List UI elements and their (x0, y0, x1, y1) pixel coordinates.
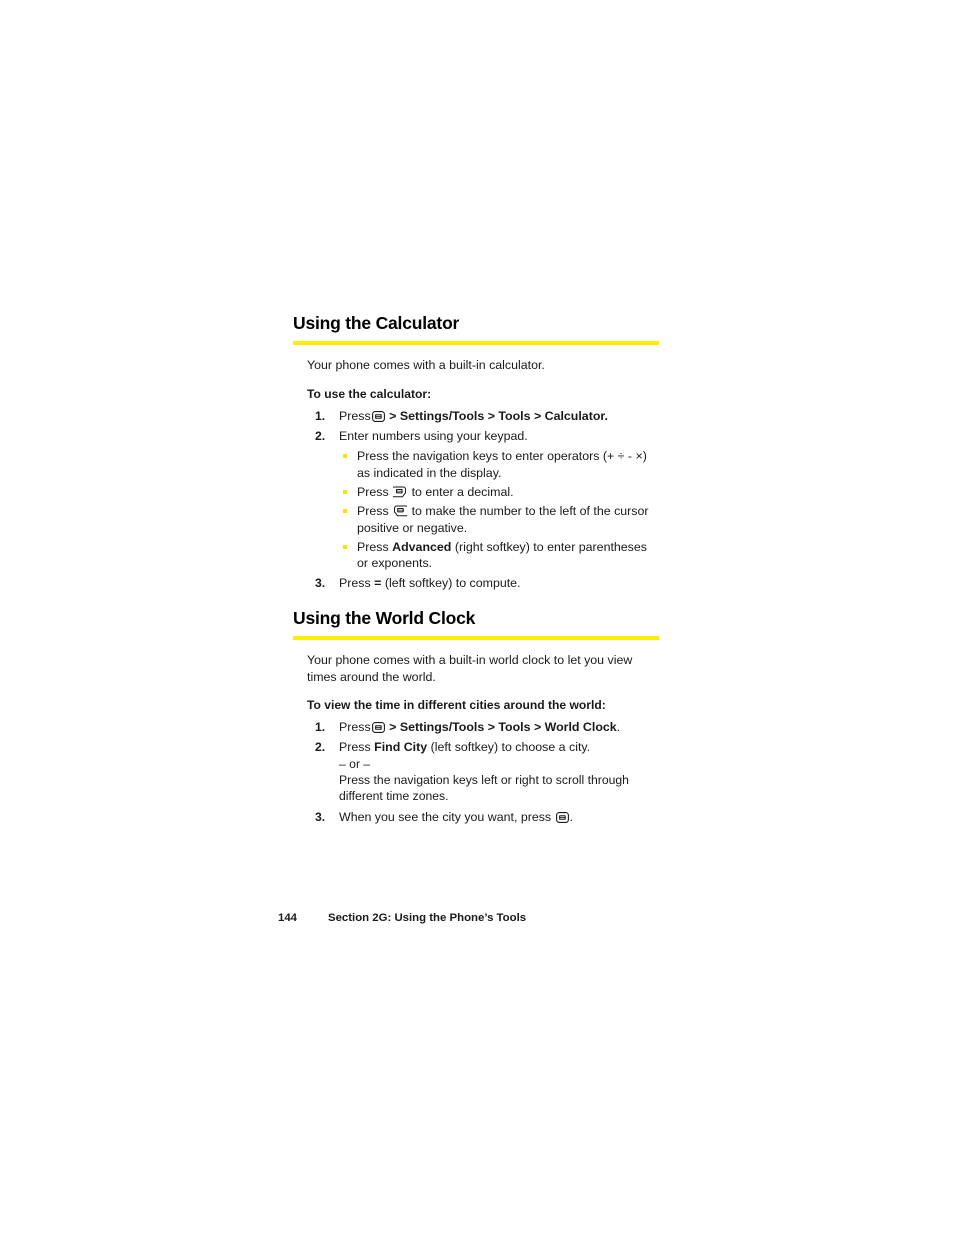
bullet-text-pre: Press (357, 484, 389, 499)
bullet-text-pre: Press (357, 539, 389, 554)
section-calculator: Using the Calculator Your phone comes wi… (293, 313, 659, 596)
sub-bullet-list: Press the navigation keys to enter opera… (339, 448, 659, 571)
step-alternative: Press the navigation keys left or right … (339, 773, 629, 804)
footer-section-label: Section 2G: Using the Phone’s Tools (328, 912, 527, 924)
steps-list-world-clock: 1. Press > Settings/Tools > Tools > World… (307, 719, 659, 825)
step-emphasis: Find City (374, 740, 428, 755)
bullet-text-post: to enter a decimal. (411, 484, 514, 499)
list-item: Press to make the number to the left of … (339, 503, 659, 536)
step-press-label: Press (339, 408, 371, 423)
heading-rule (293, 341, 659, 346)
step-trailing: . (616, 719, 621, 734)
step-emphasis: = (374, 576, 382, 591)
footer-page-number: 144 (278, 912, 298, 924)
step-text-post: (left softkey) to compute. (384, 576, 521, 591)
step-number: 2. (315, 740, 326, 755)
intro-paragraph: Your phone comes with a built-in calcula… (307, 358, 545, 373)
step-text-post: . (569, 809, 574, 824)
calculator-body: Your phone comes with a built-in calcula… (307, 357, 659, 592)
page-title-world-clock: Using the World Clock (293, 608, 476, 628)
list-item: Press to enter a decimal. (339, 484, 659, 500)
step-item: 2. Press Find City (left softkey) to choo… (307, 739, 659, 805)
bullet-text-pre: Press (357, 504, 389, 519)
steps-list-calculator: 1. Press > Settings/Tools > Tools > Calcu… (307, 408, 659, 592)
step-item: 3. Press = (left softkey) to compute. (307, 575, 659, 591)
intro-paragraph: Your phone comes with a built-in world c… (307, 653, 633, 684)
decimal-key-icon (393, 486, 407, 498)
document-page: Using the Calculator Your phone comes wi… (0, 0, 954, 1235)
step-item: 1. Press > Settings/Tools > Tools > Calcu… (307, 408, 659, 424)
list-item: Press the navigation keys to enter opera… (339, 448, 659, 481)
step-number: 1. (315, 719, 326, 734)
step-path: > Settings/Tools > Tools > Calculator. (389, 408, 608, 423)
ok-key-icon (371, 410, 385, 422)
ok-key-icon (371, 721, 385, 733)
step-path: > Settings/Tools > Tools > World Clock (389, 719, 617, 734)
step-number: 3. (315, 576, 326, 591)
step-number: 1. (315, 408, 326, 423)
bullet-text: Press the navigation keys to enter opera… (357, 449, 647, 480)
step-item: 1. Press > Settings/Tools > Tools > World… (307, 719, 659, 735)
heading-rule (293, 636, 659, 641)
square-bullet-icon (343, 509, 347, 514)
or-separator: – or – (339, 756, 371, 771)
step-text-pre: Press (339, 740, 371, 755)
step-text: Enter numbers using your keypad. (339, 428, 528, 443)
ok-key-icon (555, 811, 569, 823)
section-world-clock: Using the World Clock Your phone comes w… (293, 608, 659, 829)
lead-in-text: To view the time in different cities aro… (307, 697, 606, 712)
world-clock-body: Your phone comes with a built-in world c… (307, 652, 659, 825)
step-number: 2. (315, 428, 326, 443)
step-text-pre: Press (339, 576, 371, 591)
list-item: Press Advanced (right softkey) to enter … (339, 539, 659, 572)
square-bullet-icon (343, 454, 347, 459)
step-item: 3. When you see the city you want, press … (307, 809, 659, 825)
step-text-pre: When you see the city you want, press (339, 809, 552, 824)
square-bullet-icon (343, 544, 347, 549)
sign-key-icon (393, 505, 408, 517)
step-number: 3. (315, 809, 326, 824)
step-item: 2. Enter numbers using your keypad. Press… (307, 428, 659, 571)
step-text-post: (left softkey) to choose a city. (430, 740, 591, 755)
square-bullet-icon (343, 489, 347, 494)
page-title-calculator: Using the Calculator (293, 313, 460, 333)
bullet-emphasis: Advanced (392, 539, 452, 554)
page-footer: 144 Section 2G: Using the Phone’s Tools (278, 912, 526, 924)
lead-in-text: To use the calculator: (307, 386, 432, 401)
step-press-label: Press (339, 719, 371, 734)
